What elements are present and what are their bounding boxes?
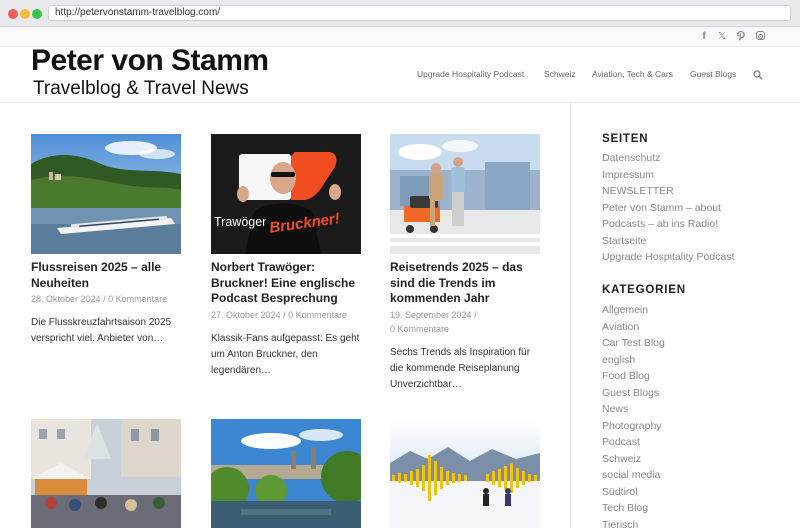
post-thumbnail-travel-trends[interactable] <box>390 134 540 254</box>
image-text-trawoeger: Trawöger <box>214 215 266 229</box>
sidebar-link-datenschutz[interactable]: Datenschutz <box>602 150 735 167</box>
post-comments-link[interactable]: 0 Kommentare <box>390 324 449 334</box>
post-title[interactable]: Reisetrends 2025 – das sind die Trends i… <box>390 260 540 307</box>
post-date: 27. Oktober 2024 <box>211 309 281 320</box>
site-logo-title[interactable]: Peter von Stamm <box>31 44 269 78</box>
post-thumbnail-river-cruise[interactable] <box>31 134 181 254</box>
post-meta: 19. September 2024 / 0 Kommentare <box>390 308 540 336</box>
search-icon[interactable] <box>753 67 763 80</box>
sidebar-link-podcasts[interactable]: Podcasts – ab ins Radio! <box>602 216 735 233</box>
category-link-food-blog[interactable]: Food Blog <box>602 368 665 385</box>
post-card <box>31 419 181 528</box>
x-twitter-icon[interactable]: 𝕏 <box>716 30 728 43</box>
post-date: 19. September 2024 <box>390 309 472 320</box>
post-card: Trawöger Bruckner! Norbert Trawöger: Bru… <box>211 134 361 379</box>
post-title[interactable]: Norbert Trawöger: Bruckner! Eine englisc… <box>211 260 361 307</box>
sidebar-divider <box>570 103 571 528</box>
post-card <box>390 419 540 528</box>
post-comments-link[interactable]: 0 Kommentare <box>288 310 347 320</box>
site-header: Peter von Stamm Travelblog & Travel News… <box>0 44 800 103</box>
post-date: 28. Oktober 2024 <box>31 294 101 304</box>
instagram-icon[interactable] <box>754 30 766 43</box>
sidebar-link-startseite[interactable]: Startseite <box>602 233 735 250</box>
close-window-button[interactable] <box>8 9 18 19</box>
post-card: Reisetrends 2025 – das sind die Trends i… <box>390 134 540 393</box>
sidebar-pages-list: Datenschutz Impressum NEWSLETTER Peter v… <box>602 150 735 266</box>
category-link-english[interactable]: english <box>602 352 665 369</box>
nav-item-aviation-tech-cars[interactable]: Aviation, Tech & Cars <box>592 69 673 79</box>
category-link-social-media[interactable]: social media <box>602 467 665 484</box>
facebook-icon[interactable]: f <box>698 30 710 43</box>
category-link-tech-blog[interactable]: Tech Blog <box>602 500 665 517</box>
sidebar-heading-pages: SEITEN <box>602 133 649 145</box>
post-meta: 28. Oktober 2024 / 0 Kommentare <box>31 292 181 306</box>
meta-separator: / <box>100 294 109 304</box>
sidebar-categories-list: Allgemein Aviation Car Test Blog english… <box>602 302 665 528</box>
post-meta: 27. Oktober 2024 / 0 Kommentare <box>211 308 361 322</box>
post-thumbnail-village-lake[interactable] <box>211 419 361 528</box>
category-link-aviation[interactable]: Aviation <box>602 319 665 336</box>
post-title[interactable]: Flussreisen 2025 – alle Neuheiten <box>31 260 181 291</box>
category-link-suedtirol[interactable]: Südtirol <box>602 484 665 501</box>
post-thumbnail-bruckner[interactable]: Trawöger Bruckner! <box>211 134 361 254</box>
sidebar-heading-categories: KATEGORIEN <box>602 284 686 296</box>
post-thumbnail-winter-podcast[interactable] <box>390 419 540 528</box>
post-card: Flussreisen 2025 – alle Neuheiten 28. Ok… <box>31 134 181 347</box>
minimize-window-button[interactable] <box>20 9 30 19</box>
browser-chrome: http://petervonstamm-travelblog.com/ <box>0 0 800 27</box>
sidebar-link-about[interactable]: Peter von Stamm – about <box>602 200 735 217</box>
post-excerpt: Die Flusskreuzfahrtsaison 2025 versprich… <box>31 317 172 344</box>
pinterest-icon[interactable] <box>735 30 747 43</box>
category-link-allgemein[interactable]: Allgemein <box>602 302 665 319</box>
sidebar-link-upgrade-hospitality-podcast[interactable]: Upgrade Hospitality Podcast <box>602 249 735 266</box>
post-excerpt: Klassik-Fans aufgepasst: Es geht um Anto… <box>211 332 360 376</box>
site-logo-subtitle[interactable]: Travelblog & Travel News <box>33 78 249 100</box>
post-comments-link[interactable]: 0 Kommentare <box>108 294 167 304</box>
category-link-news[interactable]: News <box>602 401 665 418</box>
address-bar[interactable]: http://petervonstamm-travelblog.com/ <box>48 5 791 21</box>
zoom-window-button[interactable] <box>32 9 42 19</box>
category-link-podcast[interactable]: Podcast <box>602 434 665 451</box>
sidebar-link-newsletter[interactable]: NEWSLETTER <box>602 183 735 200</box>
meta-separator: / <box>471 309 477 320</box>
category-link-tierisch[interactable]: Tierisch <box>602 517 665 528</box>
post-thumbnail-christmas-market[interactable] <box>31 419 181 528</box>
category-link-photography[interactable]: Photography <box>602 418 665 435</box>
post-card <box>211 419 361 528</box>
category-link-car-test-blog[interactable]: Car Test Blog <box>602 335 665 352</box>
meta-separator: / <box>280 309 289 320</box>
nav-item-schweiz[interactable]: Schweiz <box>544 69 576 79</box>
category-link-schweiz[interactable]: Schweiz <box>602 451 665 468</box>
sidebar-link-impressum[interactable]: Impressum <box>602 167 735 184</box>
category-link-guest-blogs[interactable]: Guest Blogs <box>602 385 665 402</box>
nav-item-upgrade-hospitality-podcast[interactable]: Upgrade Hospitality Podcast <box>417 69 524 79</box>
post-excerpt: Sechs Trends als Inspiration für die kom… <box>390 346 531 390</box>
nav-item-guest-blogs[interactable]: Guest Blogs <box>690 69 736 79</box>
